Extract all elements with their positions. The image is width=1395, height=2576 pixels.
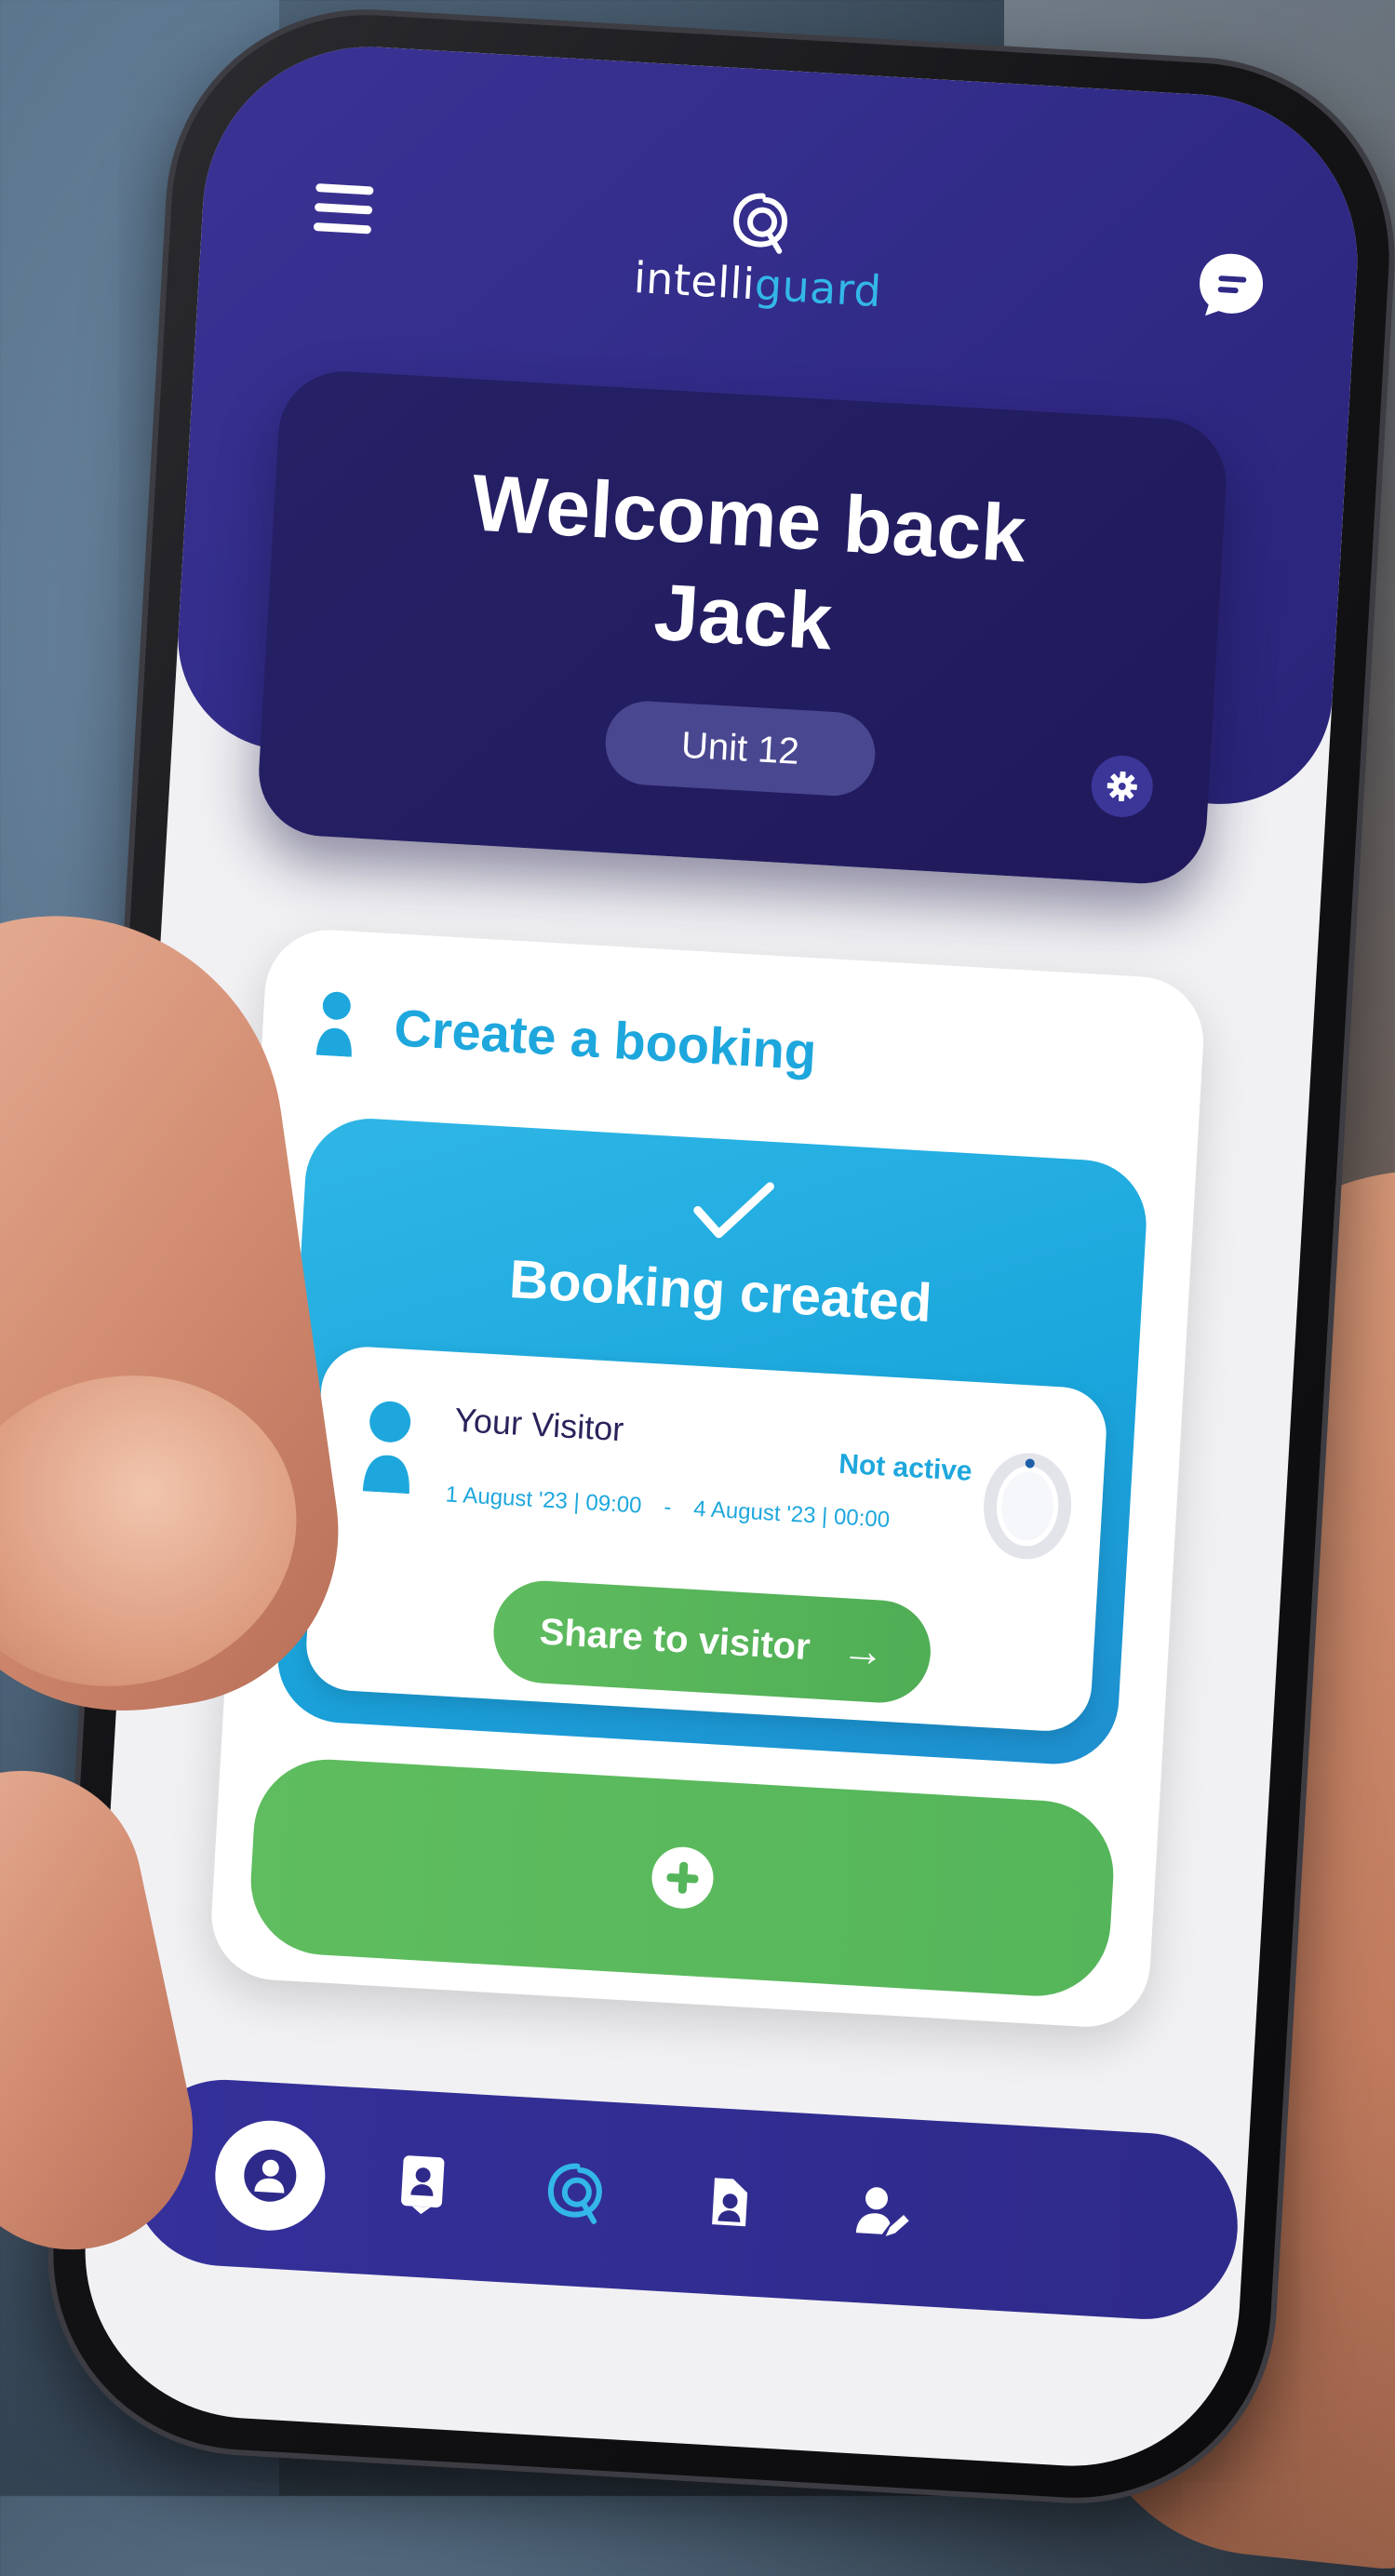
nav-edit-user[interactable]: [843, 2171, 921, 2249]
app-logo: intelliguard: [589, 181, 931, 319]
visitor-avatar-icon: [362, 1401, 411, 1495]
gear-icon: [1107, 771, 1137, 802]
intelliguard-logo-icon: [727, 189, 796, 258]
welcome-card: Welcome back Jack Unit 12: [255, 368, 1230, 888]
brand-prefix: intelli: [632, 251, 757, 310]
nav-visitor-pass[interactable]: [690, 2163, 768, 2241]
visitor-name: Your Visitor: [453, 1400, 625, 1449]
hamburger-icon[interactable]: [313, 183, 374, 235]
share-to-visitor-button[interactable]: Share to visitor →: [490, 1577, 933, 1706]
progress-ring-icon: [984, 1453, 1072, 1560]
visitor-status: Not active: [838, 1448, 973, 1487]
share-label: Share to visitor: [538, 1610, 812, 1668]
visitor-dates: 1 August '23 | 09:00-4 August '23 | 00:0…: [445, 1482, 891, 1533]
create-booking-header[interactable]: Create a booking: [312, 980, 819, 1093]
person-icon: [315, 991, 352, 1057]
add-booking-button[interactable]: [247, 1755, 1118, 2001]
id-badge-icon: [401, 2155, 445, 2215]
booking-created-title: Booking created: [507, 1248, 934, 1335]
profile-icon: [244, 2149, 297, 2202]
booking-panel: Create a booking Booking created Your Vi…: [208, 926, 1207, 2031]
visitor-card[interactable]: Your Visitor Not active 1 August '23 | 0…: [303, 1344, 1109, 1734]
unit-badge[interactable]: Unit 12: [603, 699, 878, 798]
plus-circle-icon: [650, 1845, 715, 1911]
create-booking-title: Create a booking: [392, 997, 819, 1080]
date-separator: -: [663, 1494, 673, 1521]
visitor-end: 4 August '23 | 00:00: [692, 1496, 891, 1533]
checkmark-icon: [693, 1182, 774, 1239]
visitor-start: 1 August '23 | 09:00: [445, 1482, 643, 1519]
edit-user-icon: [855, 2187, 909, 2236]
nav-profile[interactable]: [212, 2117, 329, 2234]
intelliguard-logo-icon: [547, 2163, 602, 2224]
bottom-nav: [126, 2074, 1243, 2325]
booking-created-card: Booking created Your Visitor Not active …: [274, 1115, 1150, 1768]
nav-id-badge[interactable]: [383, 2145, 462, 2223]
brand-accent: guard: [753, 259, 883, 317]
chat-bubble-icon[interactable]: [1194, 248, 1268, 323]
nav-home[interactable]: [537, 2153, 615, 2232]
arrow-right-icon: →: [840, 1625, 886, 1676]
welcome-heading: Welcome back Jack: [266, 442, 1226, 693]
settings-button[interactable]: [1089, 754, 1155, 819]
visitor-pass-icon: [712, 2178, 748, 2227]
